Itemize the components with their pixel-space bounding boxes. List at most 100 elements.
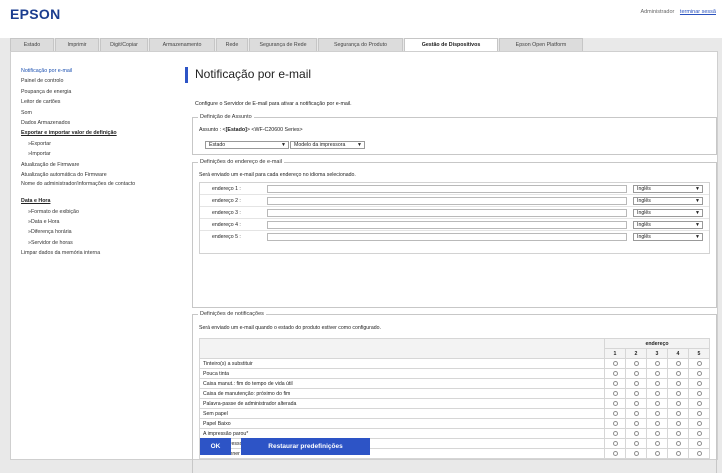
- checkbox-cell: [688, 388, 710, 399]
- checkbox-cell: [688, 438, 710, 449]
- subject-select-1[interactable]: Estado ▼: [205, 141, 289, 149]
- notification-checkbox[interactable]: [633, 370, 639, 376]
- sidebar-item-control-panel[interactable]: Painel de controlo: [21, 76, 181, 86]
- address-row: endereço 1 : Inglês ▼: [200, 183, 709, 195]
- sidebar-item-date-time-sub[interactable]: »Data e Hora: [21, 217, 181, 227]
- sidebar-item-auto-firmware-update[interactable]: Atualização automática do Firmware: [21, 170, 181, 180]
- notification-checkbox[interactable]: [612, 370, 618, 376]
- address-language-select-3[interactable]: Inglês ▼: [633, 209, 703, 217]
- sidebar-item-date-time[interactable]: Data e Hora: [21, 196, 181, 206]
- logout-link[interactable]: terminar sessã: [680, 9, 716, 15]
- notification-checkbox[interactable]: [654, 410, 660, 416]
- notification-checkbox[interactable]: [675, 400, 681, 406]
- notification-checkbox[interactable]: [612, 360, 618, 366]
- tab-seguranca-rede[interactable]: Segurança de Rede: [249, 38, 317, 51]
- notification-checkbox[interactable]: [612, 400, 618, 406]
- tab-seguranca-produto[interactable]: Segurança do Produto: [318, 38, 403, 51]
- sidebar-item-export-import[interactable]: Exportar e importar valor de definição: [21, 128, 181, 138]
- address-language-select-4[interactable]: Inglês ▼: [633, 221, 703, 229]
- notification-checkbox[interactable]: [696, 400, 702, 406]
- sidebar-item-firmware-update[interactable]: Atualização de Firmware: [21, 160, 181, 170]
- address-language-value: Inglês: [637, 198, 651, 204]
- notification-checkbox[interactable]: [675, 420, 681, 426]
- sidebar-item-power-saving[interactable]: Poupança de energia: [21, 87, 181, 97]
- notification-checkbox[interactable]: [633, 360, 639, 366]
- notification-checkbox[interactable]: [675, 430, 681, 436]
- address-language-select-5[interactable]: Inglês ▼: [633, 233, 703, 241]
- notification-checkbox[interactable]: [633, 430, 639, 436]
- admin-area: Administrador terminar sessã: [640, 9, 716, 15]
- address-input-2[interactable]: [267, 197, 627, 205]
- notification-checkbox[interactable]: [612, 420, 618, 426]
- sidebar-item-card-reader[interactable]: Leitor de cartões: [21, 97, 181, 107]
- sidebar-item-email-notification[interactable]: Notificação por e-mail: [21, 66, 181, 76]
- notification-checkbox[interactable]: [675, 410, 681, 416]
- notification-checkbox[interactable]: [633, 390, 639, 396]
- notification-checkbox[interactable]: [696, 380, 702, 386]
- notification-checkbox[interactable]: [654, 430, 660, 436]
- notification-checkbox[interactable]: [654, 360, 660, 366]
- tab-estado[interactable]: Estado: [10, 38, 54, 51]
- notification-checkbox[interactable]: [675, 440, 681, 446]
- notification-checkbox[interactable]: [696, 450, 702, 456]
- notification-checkbox[interactable]: [675, 450, 681, 456]
- notification-checkbox[interactable]: [654, 420, 660, 426]
- sidebar-item-time-difference[interactable]: »Diferença horária: [21, 227, 181, 237]
- notification-checkbox[interactable]: [633, 400, 639, 406]
- top-header: EPSON Administrador terminar sessã: [0, 0, 722, 38]
- notification-checkbox[interactable]: [654, 370, 660, 376]
- notification-checkbox[interactable]: [654, 400, 660, 406]
- notification-checkbox[interactable]: [633, 380, 639, 386]
- address-input-3[interactable]: [267, 209, 627, 217]
- address-input-5[interactable]: [267, 233, 627, 241]
- notification-checkbox[interactable]: [654, 390, 660, 396]
- notification-checkbox[interactable]: [612, 410, 618, 416]
- notification-checkbox[interactable]: [696, 440, 702, 446]
- notification-checkbox[interactable]: [654, 440, 660, 446]
- notification-checkbox[interactable]: [654, 450, 660, 456]
- subject-select-2[interactable]: Modelo da impressora ▼: [290, 141, 365, 149]
- sidebar-item-display-format[interactable]: »Formato de exibição: [21, 207, 181, 217]
- notification-checkbox[interactable]: [612, 380, 618, 386]
- notification-checkbox[interactable]: [612, 430, 618, 436]
- address-language-select-1[interactable]: Inglês ▼: [633, 185, 703, 193]
- sidebar-item-stored-data[interactable]: Dados Armazenados: [21, 118, 181, 128]
- tab-gestao-dispositivos[interactable]: Gestão de Dispositivos: [404, 38, 498, 51]
- sidebar-item-sound[interactable]: Som: [21, 108, 181, 118]
- notification-checkbox[interactable]: [612, 450, 618, 456]
- notification-checkbox[interactable]: [696, 430, 702, 436]
- notification-checkbox[interactable]: [675, 370, 681, 376]
- sidebar-item-clear-memory[interactable]: Limpar dados da memória interna: [21, 248, 181, 258]
- notification-checkbox[interactable]: [696, 370, 702, 376]
- sidebar-item-import[interactable]: »Importar: [21, 149, 181, 159]
- notification-checkbox[interactable]: [675, 380, 681, 386]
- tab-epson-open-platform[interactable]: Epson Open Platform: [499, 38, 583, 51]
- notification-checkbox[interactable]: [633, 420, 639, 426]
- subject-preview: Assunto : <[Estado]> <WF-C20600 Series>: [199, 127, 303, 133]
- notification-checkbox[interactable]: [633, 410, 639, 416]
- sidebar-item-export[interactable]: »Exportar: [21, 139, 181, 149]
- notification-checkbox[interactable]: [633, 450, 639, 456]
- notification-checkbox[interactable]: [675, 360, 681, 366]
- notification-checkbox[interactable]: [696, 390, 702, 396]
- notification-checkbox[interactable]: [612, 440, 618, 446]
- notification-checkbox[interactable]: [696, 360, 702, 366]
- sidebar-item-admin-contact[interactable]: Nome do administrador/informações de con…: [21, 180, 181, 196]
- restore-defaults-button[interactable]: Restaurar predefinições: [241, 438, 370, 455]
- address-language-select-2[interactable]: Inglês ▼: [633, 197, 703, 205]
- address-input-1[interactable]: [267, 185, 627, 193]
- notification-checkbox[interactable]: [696, 410, 702, 416]
- table-row: Papel Baixo: [199, 418, 710, 429]
- tab-rede[interactable]: Rede: [216, 38, 248, 51]
- tab-imprimir[interactable]: Imprimir: [55, 38, 99, 51]
- notification-checkbox[interactable]: [696, 420, 702, 426]
- ok-button[interactable]: OK: [200, 438, 231, 455]
- notification-checkbox[interactable]: [654, 380, 660, 386]
- address-input-4[interactable]: [267, 221, 627, 229]
- notification-checkbox[interactable]: [675, 390, 681, 396]
- notification-checkbox[interactable]: [633, 440, 639, 446]
- notification-checkbox[interactable]: [612, 390, 618, 396]
- sidebar-item-time-server[interactable]: »Servidor de horas: [21, 238, 181, 248]
- tab-digit-copiar[interactable]: Digit/Copiar: [100, 38, 148, 51]
- tab-armazenamento[interactable]: Armazenamento: [149, 38, 215, 51]
